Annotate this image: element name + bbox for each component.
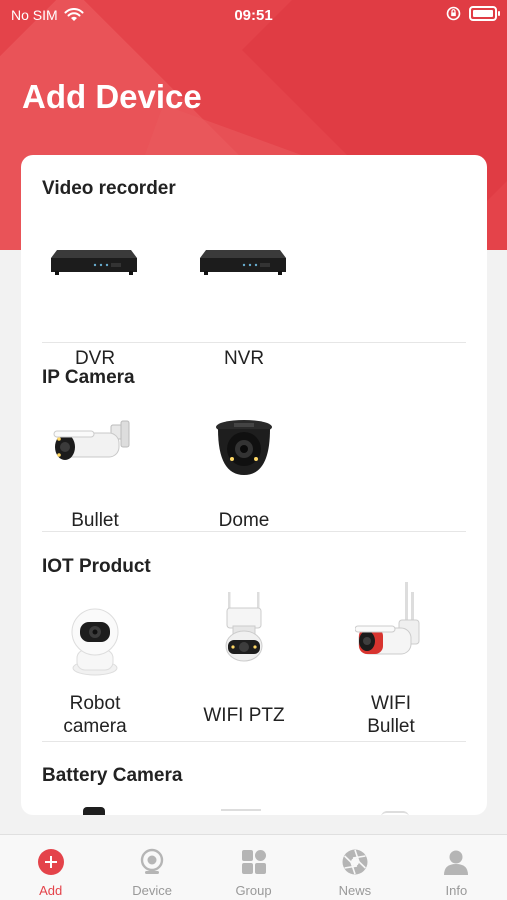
device-option-label: WIFI Bullet	[367, 693, 415, 737]
clock: 09:51	[234, 7, 273, 24]
wifi-ptz-icon	[225, 592, 263, 662]
device-option-dome[interactable]: Dome	[170, 412, 318, 532]
device-option-nvr[interactable]: NVR	[170, 230, 318, 370]
tab-label: Add	[39, 883, 63, 898]
tab-label: Group	[235, 883, 272, 898]
device-option-label: WIFI PTZ	[203, 705, 285, 726]
wifi-bullet-icon	[355, 582, 420, 655]
device-option-dvr[interactable]: DVR	[21, 230, 169, 370]
section-title: IOT Product	[42, 556, 151, 577]
divider	[42, 741, 466, 742]
battery-camera-preview	[381, 811, 409, 815]
tab-label: Device	[132, 883, 172, 898]
device-icon	[140, 848, 164, 874]
status-bar: No SIM 09:51	[0, 0, 507, 32]
device-option-label: Dome	[218, 510, 270, 531]
tab-group[interactable]: Group	[203, 835, 304, 900]
battery-camera-preview	[83, 807, 105, 815]
bullet-camera-icon	[53, 420, 130, 460]
device-option-robot-camera[interactable]: Robot camera	[21, 606, 169, 738]
section-title: Battery Camera	[42, 765, 183, 786]
tab-add[interactable]: Add	[0, 835, 101, 900]
battery-icon	[469, 6, 500, 21]
divider	[42, 342, 466, 343]
nvr-device-icon	[200, 250, 286, 275]
orientation-lock-icon	[446, 6, 461, 21]
tab-info[interactable]: Info	[406, 835, 507, 900]
device-option-label: Robot camera	[63, 693, 127, 737]
device-option-wifi-ptz[interactable]: WIFI PTZ	[170, 592, 318, 727]
tab-label: News	[338, 883, 372, 898]
robot-camera-icon	[71, 608, 119, 676]
add-icon	[37, 849, 64, 875]
bottom-nav: Add Device Group News Info	[0, 834, 507, 900]
device-option-label: NVR	[223, 348, 265, 369]
group-icon	[241, 850, 266, 874]
tab-news[interactable]: News	[304, 835, 405, 900]
section-title: Video recorder	[42, 178, 176, 199]
battery-camera-preview	[221, 809, 261, 815]
dome-camera-icon	[216, 420, 272, 475]
info-icon	[444, 850, 469, 875]
page-title: Add Device	[22, 78, 202, 115]
device-category-card: Video recorder DVR NVR IP Camera Bullet …	[21, 155, 487, 815]
device-option-label: Bullet	[71, 510, 119, 531]
dvr-device-icon	[51, 250, 137, 275]
device-option-wifi-bullet[interactable]: WIFI Bullet	[317, 582, 465, 738]
tab-device[interactable]: Device	[101, 835, 202, 900]
section-title: IP Camera	[42, 367, 135, 388]
device-option-bullet[interactable]: Bullet	[21, 412, 169, 532]
divider	[42, 531, 466, 532]
tab-label: Info	[445, 883, 468, 898]
news-icon	[342, 849, 368, 875]
